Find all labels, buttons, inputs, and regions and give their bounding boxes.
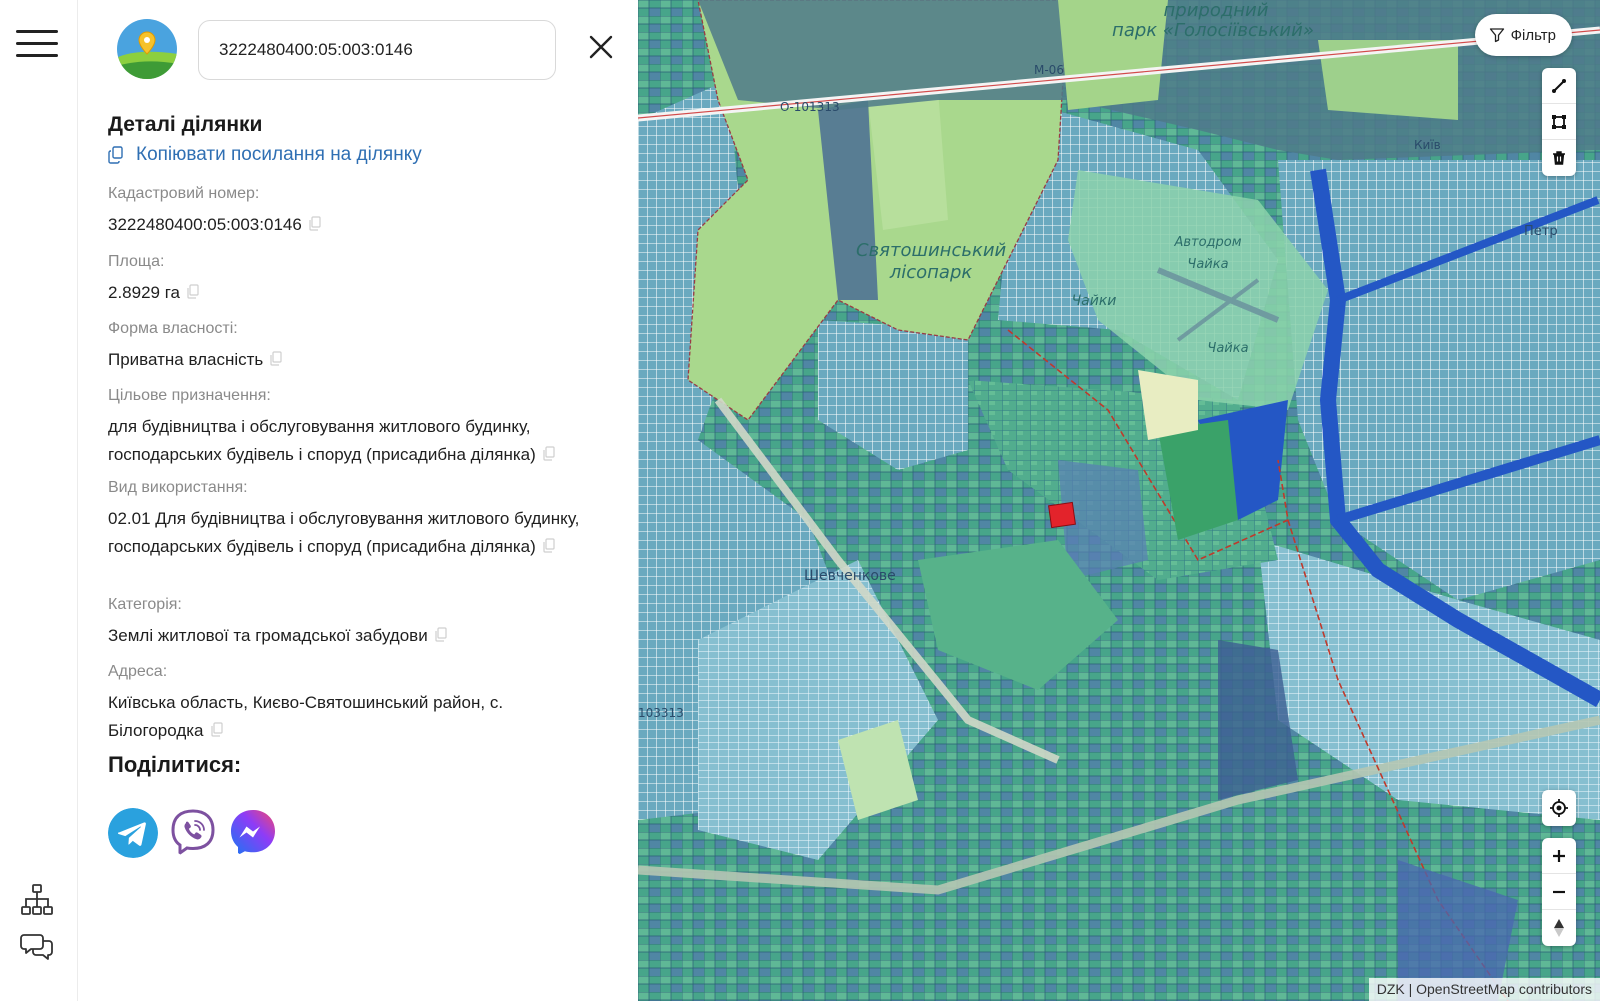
- zoom-out-button[interactable]: [1542, 874, 1576, 910]
- field-address: Адреса: Київська область, Києво-Святошин…: [108, 663, 568, 745]
- copy-icon[interactable]: [186, 284, 199, 299]
- field-label: Форма власності:: [108, 320, 238, 337]
- field-ownership: Форма власності: Приватна власність: [108, 320, 608, 374]
- share-title: Поділитися:: [108, 752, 242, 777]
- field-purpose: Цільове призначення: для будівництва і о…: [108, 387, 608, 469]
- field-value: 3222480400:05:003:0146: [108, 215, 302, 234]
- field-label: Вид використання:: [108, 479, 248, 496]
- cadastral-map[interactable]: природний парк «Голосіївський» Святошинс…: [638, 0, 1600, 1001]
- share-buttons: [108, 808, 278, 858]
- copy-link-button[interactable]: Копіювати посилання на ділянку: [108, 144, 422, 166]
- details-panel: Деталі ділянки Копіювати посилання на ді…: [78, 0, 638, 1001]
- app-logo: [117, 19, 177, 79]
- draw-polygon-button[interactable]: [1542, 104, 1576, 140]
- copy-icon[interactable]: [434, 627, 447, 642]
- field-value: Землі житлової та громадської забудови: [108, 626, 428, 645]
- hamburger-icon[interactable]: [16, 30, 58, 60]
- map-label-forest: Святошинський лісопарк: [856, 240, 1007, 283]
- funnel-icon: [1489, 28, 1504, 43]
- map-label-park: парк «Голосіївський»: [1112, 20, 1314, 41]
- field-label: Категорія:: [108, 596, 182, 613]
- map-label-kyiv-road: Київ: [1414, 138, 1441, 152]
- messenger-icon[interactable]: [228, 808, 278, 858]
- map-label-road-o101313: О-101313: [780, 100, 840, 114]
- map-label-road-m06: М-06: [1034, 63, 1064, 77]
- map-label-road-103313: 103313: [638, 706, 684, 720]
- zoom-controls: [1542, 838, 1576, 946]
- copy-link-label: Копіювати посилання на ділянку: [136, 144, 422, 165]
- field-label: Адреса:: [108, 663, 168, 680]
- field-value: 02.01 Для будівництва і обслуговування ж…: [108, 509, 580, 556]
- delete-drawing-button[interactable]: [1542, 140, 1576, 176]
- draw-line-button[interactable]: [1542, 68, 1576, 104]
- field-value: Приватна власність: [108, 350, 264, 369]
- field-label: Кадастровий номер:: [108, 185, 260, 202]
- map-attribution[interactable]: DZK | OpenStreetMap contributors: [1368, 978, 1600, 1001]
- field-usage: Вид використання: 02.01 Для будівництва …: [108, 479, 608, 561]
- locate-control: [1542, 790, 1576, 826]
- details-title: Деталі ділянки: [108, 113, 263, 136]
- filter-label: Фільтр: [1510, 26, 1556, 44]
- field-area: Площа: 2.8929 га: [108, 253, 608, 307]
- sitemap-icon[interactable]: [20, 883, 54, 917]
- viber-icon[interactable]: [168, 808, 218, 858]
- map-label-petro: Петр: [1524, 224, 1558, 239]
- map-label-chaika-village: Чайки: [1071, 293, 1117, 309]
- map-canvas[interactable]: [638, 0, 1600, 1001]
- compass-north-icon: [1554, 919, 1564, 937]
- plus-icon: [1553, 849, 1565, 862]
- copy-icon[interactable]: [308, 216, 321, 231]
- map-label-shevchenkove: Шевченкове: [804, 568, 896, 584]
- reset-north-button[interactable]: [1542, 910, 1576, 946]
- zoom-in-button[interactable]: [1542, 838, 1576, 874]
- field-label: Цільове призначення:: [108, 387, 271, 404]
- field-value: 2.8929 га: [108, 283, 181, 302]
- trash-icon: [1553, 151, 1565, 165]
- minus-icon: [1553, 890, 1565, 893]
- map-label-airfield: Автодром Чайка: [1174, 235, 1242, 272]
- selected-parcel[interactable]: [1048, 501, 1076, 529]
- map-label-chaika-airport: Чайка: [1207, 341, 1249, 356]
- field-cadastral-number: Кадастровий номер: 3222480400:05:003:014…: [108, 185, 608, 239]
- copy-icon[interactable]: [210, 722, 223, 737]
- filter-button[interactable]: Фільтр: [1474, 14, 1572, 56]
- search-input[interactable]: [198, 20, 556, 80]
- copy-icon[interactable]: [542, 538, 555, 553]
- locate-button[interactable]: [1542, 790, 1576, 826]
- chat-bubbles-icon[interactable]: [20, 930, 54, 964]
- field-value: для будівництва і обслуговування житлово…: [108, 417, 536, 464]
- close-icon[interactable]: [586, 32, 616, 62]
- draw-tools: [1542, 68, 1576, 176]
- left-rail: [0, 0, 78, 1001]
- field-value: Київська область, Києво-Святошинський ра…: [108, 693, 504, 740]
- draw-line-icon: [1552, 78, 1566, 93]
- copy-icon[interactable]: [542, 446, 555, 461]
- copy-icon[interactable]: [269, 351, 282, 366]
- map-label-park-prefix: природний: [1163, 0, 1269, 21]
- draw-polygon-icon: [1552, 114, 1566, 129]
- locate-icon: [1550, 799, 1568, 817]
- field-label: Площа:: [108, 253, 165, 270]
- telegram-icon[interactable]: [108, 808, 158, 858]
- copy-icon: [108, 146, 123, 164]
- field-category: Категорія: Землі житлової та громадської…: [108, 596, 608, 650]
